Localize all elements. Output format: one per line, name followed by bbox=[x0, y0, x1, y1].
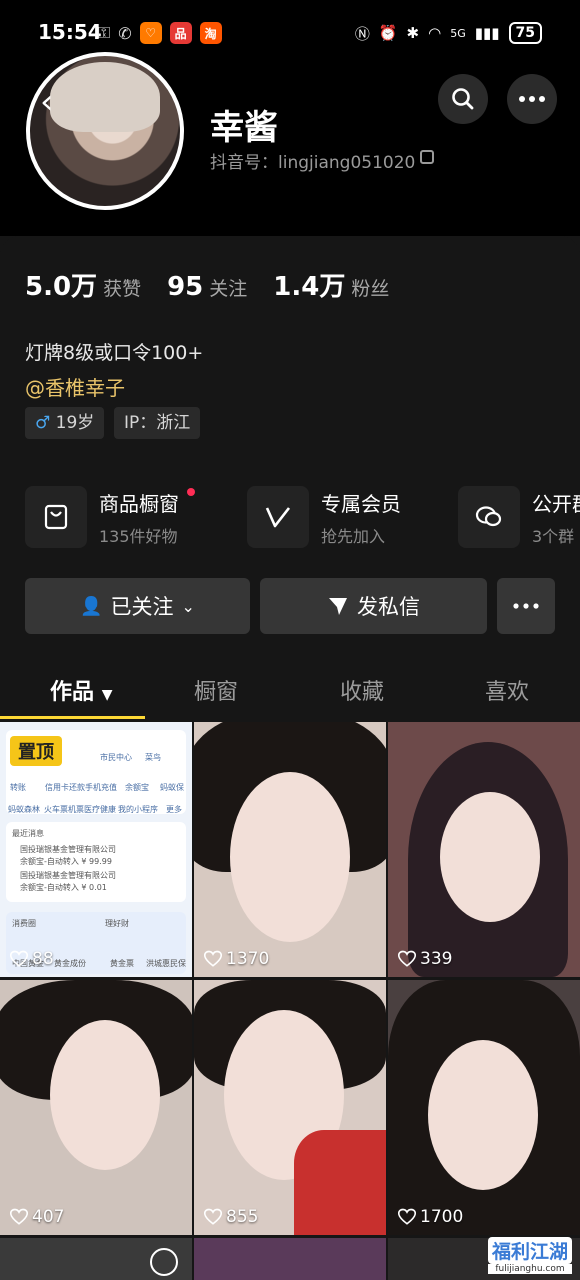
video-item[interactable]: 407 bbox=[0, 980, 192, 1235]
profile-card: 5.0万 获赞 95 关注 1.4万 粉丝 灯牌8级或口令100+ @香椎幸子 ♂ 1… bbox=[0, 236, 580, 1280]
profile-id: 抖音号：lingjiang051020 bbox=[210, 153, 416, 173]
video-item[interactable]: 855 bbox=[194, 980, 386, 1235]
pinned-badge: 置顶 bbox=[10, 736, 62, 766]
video-item[interactable]: 339 bbox=[388, 722, 580, 977]
tab-likes[interactable]: 喜欢 bbox=[485, 674, 529, 706]
profile-bio: 灯牌8级或口令100+ bbox=[25, 342, 204, 364]
message-button[interactable]: 发私信 bbox=[260, 578, 487, 634]
like-count: 88 bbox=[10, 949, 54, 969]
like-count: 339 bbox=[398, 949, 452, 969]
male-icon: ♂ bbox=[35, 413, 51, 433]
followed-button[interactable]: 👤 已关注 ⌄ bbox=[25, 578, 250, 634]
chevron-down-icon: ⌄ bbox=[181, 596, 195, 616]
heart-icon bbox=[398, 1208, 416, 1225]
search-button[interactable] bbox=[438, 74, 488, 124]
tab-favorites[interactable]: 收藏 bbox=[340, 674, 384, 706]
status-time: 15:54 bbox=[38, 20, 102, 44]
key-icon: ⚿ bbox=[98, 23, 111, 42]
status-right-icons: Ⓝ ⏰ ✱ ◠ 5G ▮▮▮ 75 bbox=[355, 22, 542, 44]
profile-mention-link[interactable]: @香椎幸子 bbox=[25, 372, 125, 401]
feature-shop-window[interactable]: 商品橱窗 135件好物 bbox=[25, 486, 195, 548]
more-actions-button[interactable] bbox=[497, 578, 555, 634]
like-count: 1700 bbox=[398, 1207, 463, 1227]
alarm-icon: ⏰ bbox=[378, 24, 398, 42]
missed-call-icon: ✆ bbox=[118, 23, 132, 43]
back-icon[interactable]: ‹ bbox=[40, 82, 54, 122]
heart-icon bbox=[204, 1208, 222, 1225]
avatar[interactable] bbox=[26, 52, 184, 210]
next-row-preview: 福利江湖 fulijianghu.com bbox=[0, 1236, 580, 1280]
notification-dot bbox=[187, 488, 195, 496]
profile-name: 幸酱 bbox=[210, 108, 278, 148]
like-count: 855 bbox=[204, 1207, 258, 1227]
live-icon bbox=[150, 1248, 178, 1276]
chat-icon bbox=[458, 486, 520, 548]
stat-following[interactable]: 95 关注 bbox=[167, 272, 247, 302]
video-item[interactable]: 1700 bbox=[388, 980, 580, 1235]
content-tabs: 作品 ▼ 橱窗 收藏 喜欢 bbox=[0, 668, 580, 720]
feature-row: 商品橱窗135件好物 专属会员抢先加入 公开群3个群 bbox=[25, 486, 580, 548]
user-check-icon: 👤 bbox=[80, 595, 103, 617]
video-item[interactable]: 市民中心 菜鸟 转账 信用卡还款 手机充值 余额宝 蚂蚁保 蚂蚁森林 火车票机票… bbox=[0, 722, 192, 977]
app-notification-icon: ♡ bbox=[139, 22, 162, 44]
battery-indicator: 75 bbox=[508, 22, 542, 44]
nfc-icon: Ⓝ bbox=[354, 24, 370, 43]
network-label: 5G bbox=[450, 26, 466, 40]
like-count: 1370 bbox=[204, 949, 269, 969]
heart-icon bbox=[204, 950, 222, 967]
tab-showcase[interactable]: 橱窗 bbox=[194, 674, 238, 706]
stat-likes[interactable]: 5.0万 获赞 bbox=[25, 266, 141, 303]
feature-membership[interactable]: 专属会员 抢先加入 bbox=[247, 486, 401, 548]
more-icon bbox=[513, 603, 539, 609]
wifi-icon: ◠ bbox=[428, 24, 442, 42]
send-icon bbox=[329, 598, 347, 615]
heart-icon bbox=[10, 1208, 28, 1225]
video-grid: 市民中心 菜鸟 转账 信用卡还款 手机充值 余额宝 蚂蚁保 蚂蚁森林 火车票机票… bbox=[0, 722, 580, 1280]
bluetooth-icon: ✱ bbox=[406, 24, 420, 42]
app-notification-icon: 淘 bbox=[199, 22, 222, 44]
profile-stats: 5.0万 获赞 95 关注 1.4万 粉丝 bbox=[25, 266, 389, 303]
signal-icon: ▮▮▮ bbox=[474, 24, 500, 42]
tab-works[interactable]: 作品 ▼ bbox=[50, 674, 112, 706]
ip-tag: IP：浙江 bbox=[114, 407, 201, 439]
action-buttons: 👤 已关注 ⌄ 发私信 bbox=[0, 578, 580, 634]
like-count: 407 bbox=[10, 1207, 64, 1227]
watermark: 福利江湖 fulijianghu.com bbox=[487, 1237, 572, 1274]
feature-group-chat[interactable]: 公开群3个群 bbox=[458, 486, 580, 548]
more-button[interactable] bbox=[507, 74, 557, 124]
stat-followers[interactable]: 1.4万 粉丝 bbox=[273, 266, 389, 303]
search-icon bbox=[452, 88, 474, 110]
more-icon bbox=[519, 96, 545, 102]
vip-icon bbox=[247, 486, 309, 548]
video-item[interactable]: 1370 bbox=[194, 722, 386, 977]
app-notification-icon: 品 bbox=[169, 22, 192, 44]
heart-icon bbox=[10, 950, 28, 967]
age-tag: ♂ 19岁 bbox=[25, 407, 105, 439]
shopping-bag-icon bbox=[25, 486, 87, 548]
caret-down-icon: ▼ bbox=[101, 687, 113, 703]
copy-icon[interactable] bbox=[420, 150, 434, 164]
heart-icon bbox=[398, 950, 416, 967]
tab-indicator bbox=[0, 716, 145, 719]
status-left-icons: ⚿ ✆ ♡ 品 淘 bbox=[98, 22, 222, 44]
